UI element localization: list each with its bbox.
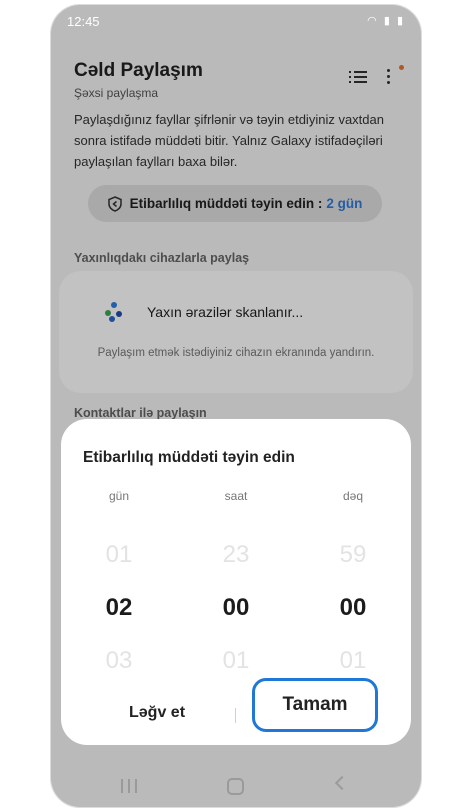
status-bar: 12:45 ◠ ▮ ▮	[51, 5, 421, 37]
battery-icon: ▮	[396, 15, 405, 27]
picker-label: dəq	[342, 489, 364, 503]
picker-days[interactable]: gün 01 02 03	[69, 489, 169, 687]
back-icon[interactable]	[334, 775, 350, 791]
recents-icon[interactable]	[121, 779, 137, 793]
picker-selected-value[interactable]: 00	[303, 581, 403, 634]
status-icons: ◠ ▮ ▮	[367, 14, 405, 27]
picker-next-value[interactable]: 03	[69, 634, 169, 687]
expiration-dialog: Etibarlılıq müddəti təyin edin gün 01 02…	[61, 419, 411, 745]
picker-minutes[interactable]: dəq 59 00 01	[303, 489, 403, 687]
picker-label: saat	[224, 489, 248, 503]
cancel-button[interactable]: Ləğv et	[129, 704, 185, 722]
picker-selected-value[interactable]: 00	[186, 581, 286, 634]
picker-selected-value[interactable]: 02	[69, 581, 169, 634]
picker-hours[interactable]: saat 23 00 01	[186, 489, 286, 687]
picker-prev-value[interactable]: 01	[69, 528, 169, 581]
signal-icon: ▮	[383, 15, 392, 27]
phone-screen: Cəld Paylaşım Şəxsi paylaşma Paylaşdığın…	[50, 4, 422, 808]
button-divider	[235, 708, 236, 723]
ok-button[interactable]: Tamam	[252, 678, 378, 732]
picker-prev-value[interactable]: 23	[186, 528, 286, 581]
dialog-title: Etibarlılıq müddəti təyin edin	[83, 449, 295, 466]
picker-label: gün	[108, 489, 130, 503]
picker-prev-value[interactable]: 59	[303, 528, 403, 581]
wifi-icon: ◠	[367, 15, 379, 27]
navigation-bar	[51, 771, 421, 801]
status-time: 12:45	[67, 14, 100, 29]
home-icon[interactable]	[227, 778, 244, 795]
